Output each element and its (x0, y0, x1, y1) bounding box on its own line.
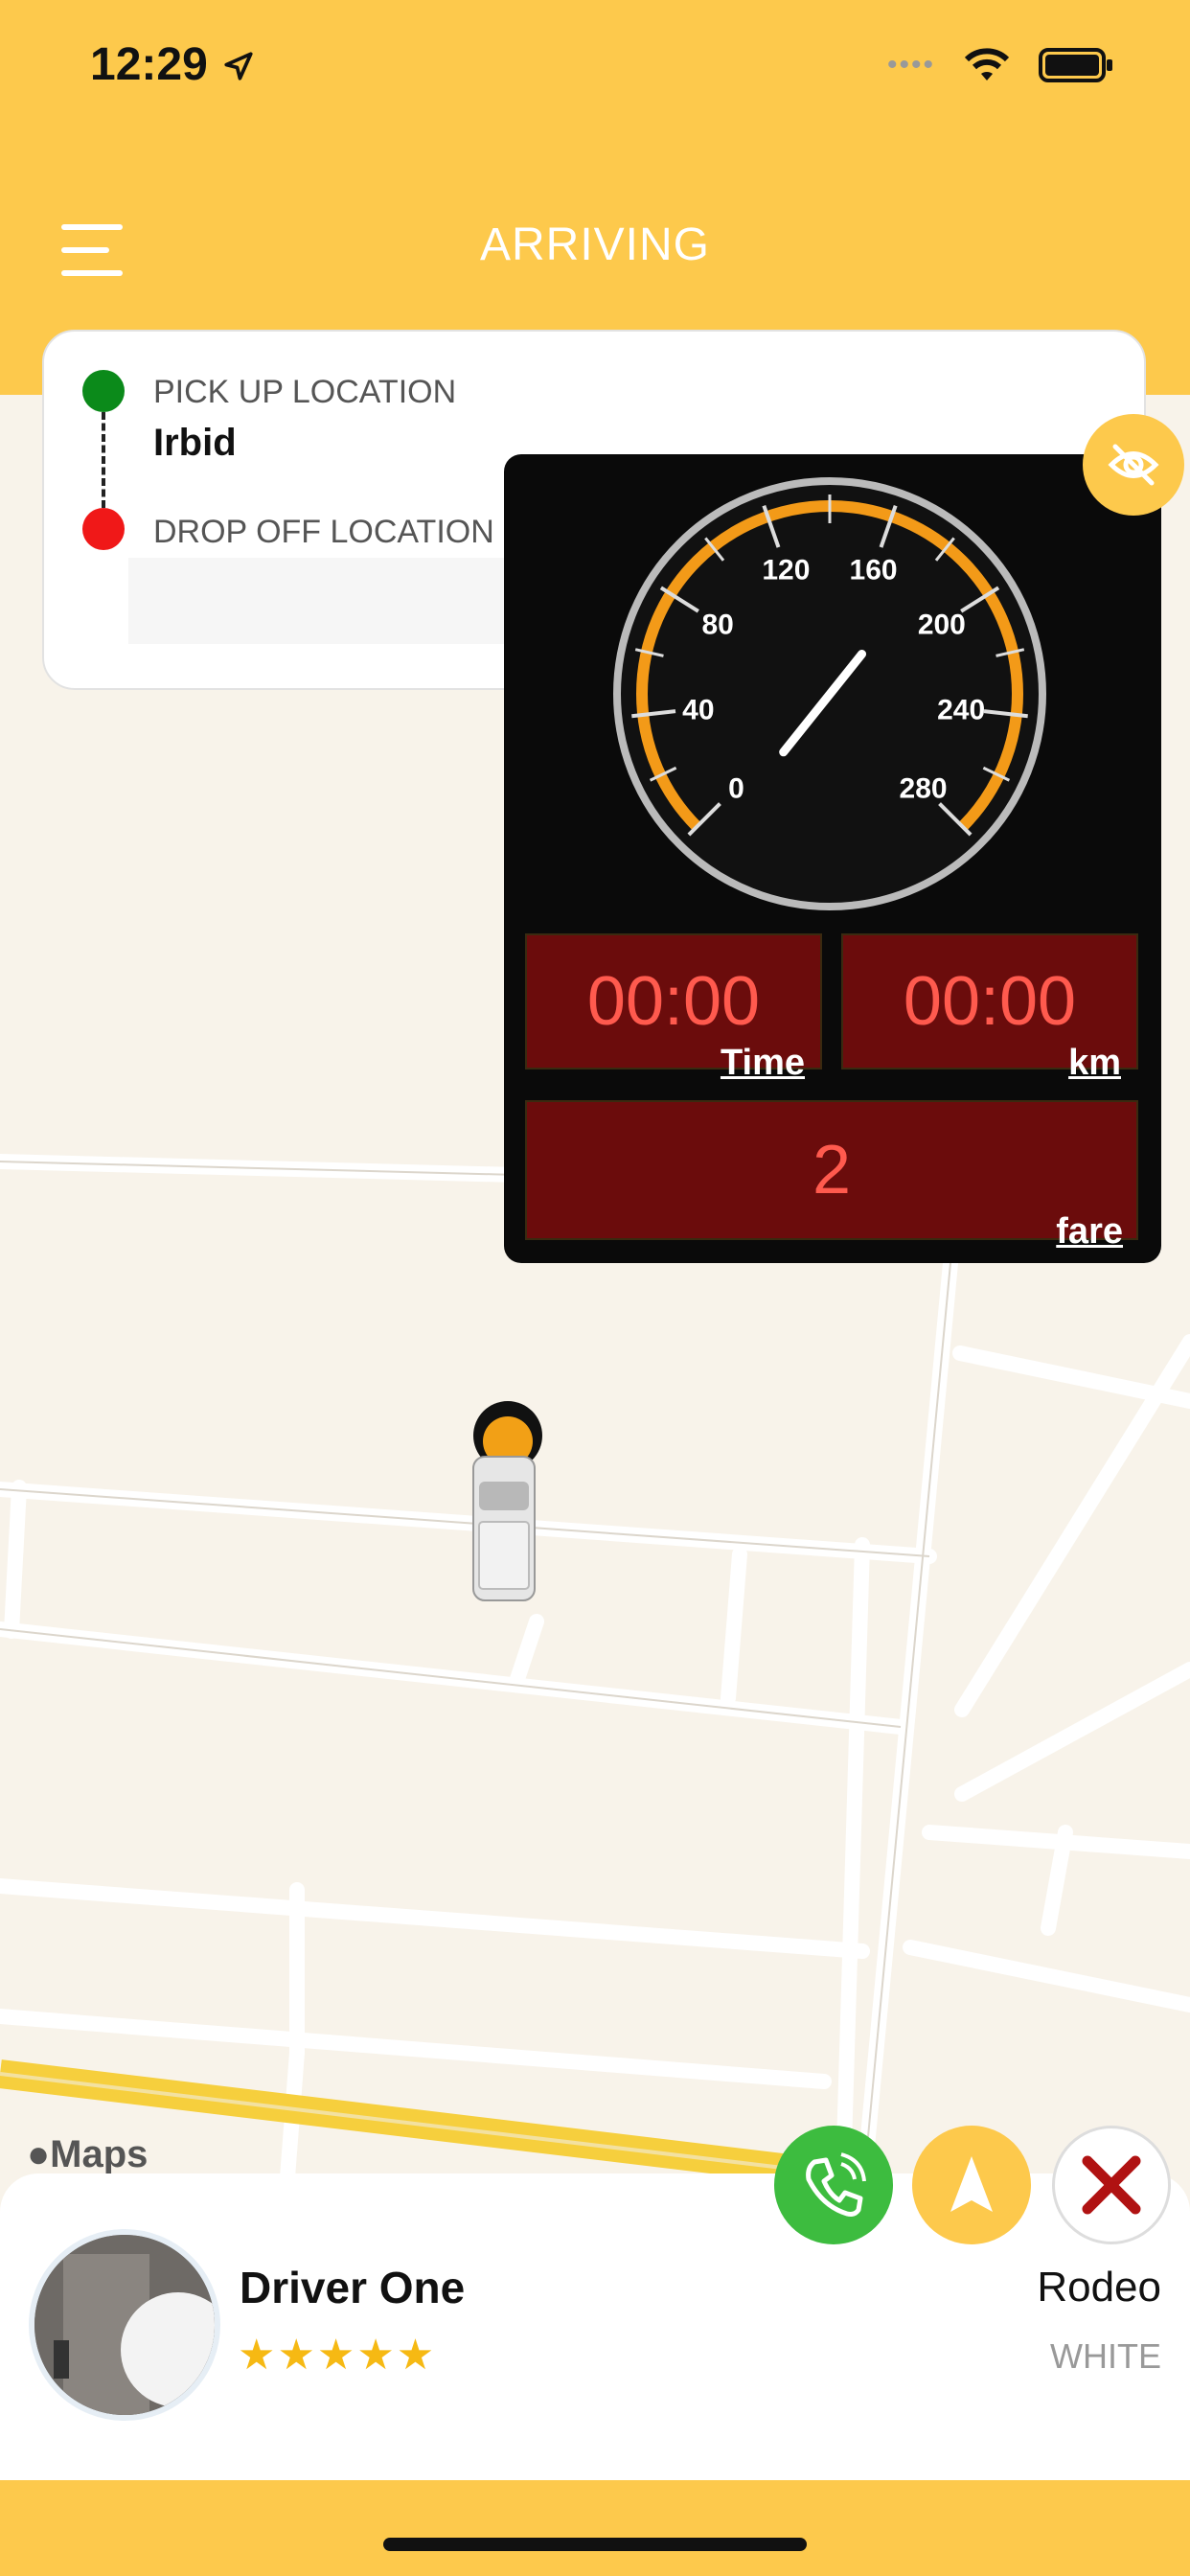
speedometer-gauge: 0 40 80 120 160 200 240 280 (613, 477, 1046, 910)
dropoff-value[interactable] (128, 558, 512, 644)
eye-slash-icon (1108, 444, 1159, 486)
signal-icon: •••• (886, 49, 935, 80)
bottom-bar (0, 2480, 1190, 2576)
fare-box: 2 fare (525, 1100, 1138, 1252)
cancel-trip-button[interactable] (1052, 2126, 1171, 2244)
distance-box: 00:00 km (841, 933, 1138, 1083)
car-model: Rodeo (1037, 2264, 1161, 2311)
gauge-tick-label: 280 (900, 773, 948, 805)
gauge-tick-label: 160 (850, 555, 898, 586)
phone-icon (806, 2152, 866, 2217)
time-value: 00:00 (586, 963, 761, 1040)
gauge-tick-label: 240 (937, 694, 985, 725)
time-caption: Time (720, 1043, 805, 1083)
pickup-label: PICK UP LOCATION (153, 374, 457, 410)
page-title: ARRIVING (479, 219, 711, 270)
hide-meter-button[interactable] (1083, 414, 1184, 516)
status-time: 12:29 (90, 39, 208, 90)
taxi-meter-panel: 0 40 80 120 160 200 240 280 00:00 Time 00:00 km… (504, 454, 1161, 1263)
location-arrow-icon (222, 50, 255, 87)
distance-value: 00:00 (903, 963, 1077, 1040)
driver-avatar[interactable] (29, 2229, 220, 2421)
status-icons: •••• (887, 46, 1115, 84)
home-indicator[interactable] (383, 2538, 807, 2551)
close-icon (1082, 2155, 1141, 2215)
wifi-icon (964, 48, 1010, 80)
distance-caption: km (1068, 1043, 1121, 1083)
gauge-tick-label: 0 (728, 773, 744, 805)
car-color: WHITE (1050, 2336, 1161, 2376)
driver-name: Driver One (240, 2263, 466, 2312)
gauge-tick-label: 40 (682, 694, 714, 725)
pickup-value: Irbid (153, 422, 237, 464)
battery-icon (1039, 48, 1112, 82)
fare-caption: fare (1056, 1211, 1123, 1252)
fare-value: 2 (812, 1132, 852, 1208)
car-marker-icon[interactable] (458, 1399, 563, 1610)
time-box: 00:00 Time (525, 933, 822, 1083)
apple-logo-icon: ● (27, 2133, 51, 2175)
pickup-dot-icon (82, 370, 125, 412)
gauge-tick-label: 120 (762, 555, 810, 586)
driver-rating-stars: ★★★★★ (238, 2332, 437, 2379)
gauge-tick-label: 200 (918, 610, 966, 641)
navigate-button[interactable] (912, 2126, 1031, 2244)
maps-attribution-text: Maps (50, 2133, 149, 2175)
call-driver-button[interactable] (774, 2126, 893, 2244)
maps-attribution[interactable]: ●Maps (27, 2133, 148, 2176)
navigation-arrow-icon (950, 2156, 993, 2212)
route-connector (102, 412, 105, 508)
dropoff-dot-icon (82, 508, 125, 550)
dropoff-label: DROP OFF LOCATION (153, 514, 494, 550)
gauge-tick-label: 80 (701, 610, 733, 641)
